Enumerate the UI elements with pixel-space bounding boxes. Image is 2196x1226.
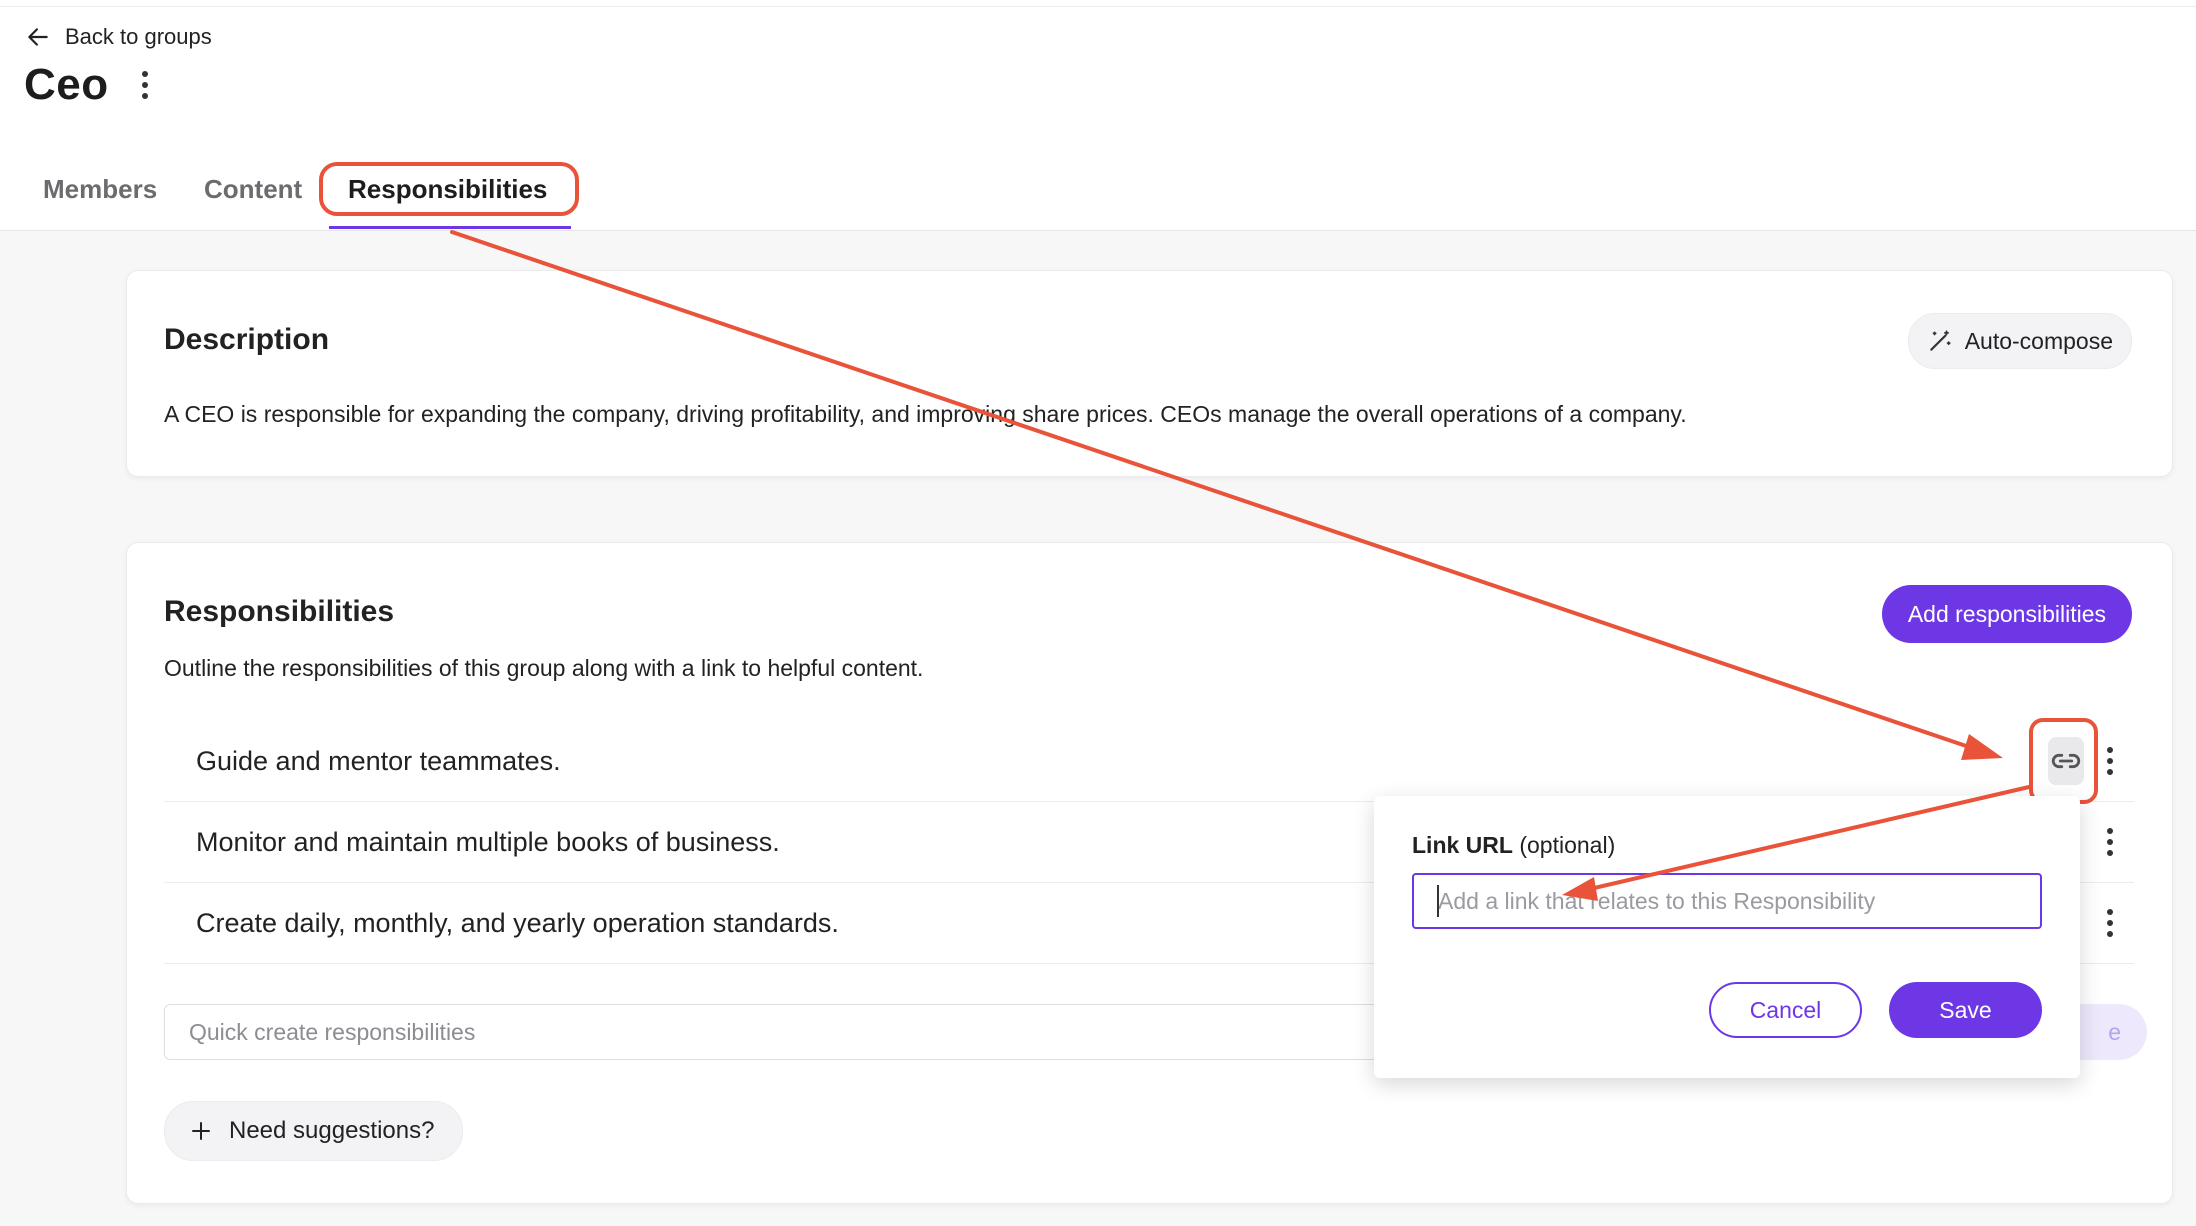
arrow-left-icon bbox=[28, 28, 48, 46]
tab-responsibilities[interactable]: Responsibilities bbox=[348, 168, 547, 210]
responsibility-text: Monitor and maintain multiple books of b… bbox=[196, 826, 780, 857]
back-to-groups-link[interactable]: Back to groups bbox=[25, 20, 212, 54]
link-url-popover: Link URL (optional) Cancel Save bbox=[1374, 796, 2080, 1078]
description-text: A CEO is responsible for expanding the c… bbox=[164, 401, 1687, 427]
back-label: Back to groups bbox=[65, 24, 212, 49]
more-vertical-icon[interactable] bbox=[133, 65, 157, 105]
responsibility-text: Guide and mentor teammates. bbox=[196, 745, 561, 776]
link-url-label-strong: Link URL bbox=[1412, 832, 1513, 858]
more-vertical-icon[interactable] bbox=[2098, 903, 2122, 943]
more-vertical-icon[interactable] bbox=[2098, 741, 2122, 781]
list-item: Guide and mentor teammates. bbox=[164, 721, 2134, 802]
suggest-label: Need suggestions? bbox=[229, 1117, 435, 1144]
link-url-label-hint: (optional) bbox=[1519, 832, 1616, 858]
more-vertical-icon[interactable] bbox=[2098, 822, 2122, 862]
responsibilities-subtitle: Outline the responsibilities of this gro… bbox=[164, 655, 924, 681]
divider bbox=[0, 6, 2196, 7]
link-url-label: Link URL (optional) bbox=[1412, 832, 1615, 859]
description-title: Description bbox=[164, 323, 330, 356]
link-url-input[interactable] bbox=[1412, 873, 2042, 929]
plus-icon bbox=[192, 1122, 210, 1140]
page-title: Ceo bbox=[24, 60, 109, 109]
need-suggestions-button[interactable]: Need suggestions? bbox=[164, 1101, 464, 1161]
quick-create-input[interactable] bbox=[164, 1004, 1584, 1060]
description-card: Description Auto-compose A CEO is respon… bbox=[126, 270, 2173, 477]
auto-compose-button[interactable]: Auto-compose bbox=[1907, 313, 2132, 369]
save-button[interactable]: Save bbox=[1889, 982, 2042, 1038]
tab-members[interactable]: Members bbox=[43, 168, 157, 210]
top-header: Back to groups Ceo Members Content Respo… bbox=[0, 0, 2196, 231]
link-icon bbox=[2051, 753, 2081, 769]
active-tab-indicator bbox=[329, 226, 571, 229]
responsibilities-title: Responsibilities bbox=[164, 595, 395, 628]
link-button[interactable] bbox=[2048, 737, 2084, 785]
tab-content[interactable]: Content bbox=[204, 168, 302, 210]
magic-wand-icon bbox=[1929, 330, 1951, 351]
cancel-button[interactable]: Cancel bbox=[1709, 982, 1862, 1038]
responsibility-text: Create daily, monthly, and yearly operat… bbox=[196, 907, 839, 938]
text-caret bbox=[1437, 885, 1439, 917]
add-responsibilities-button[interactable]: Add responsibilities bbox=[1881, 585, 2132, 643]
auto-compose-label: Auto-compose bbox=[1964, 327, 2113, 354]
